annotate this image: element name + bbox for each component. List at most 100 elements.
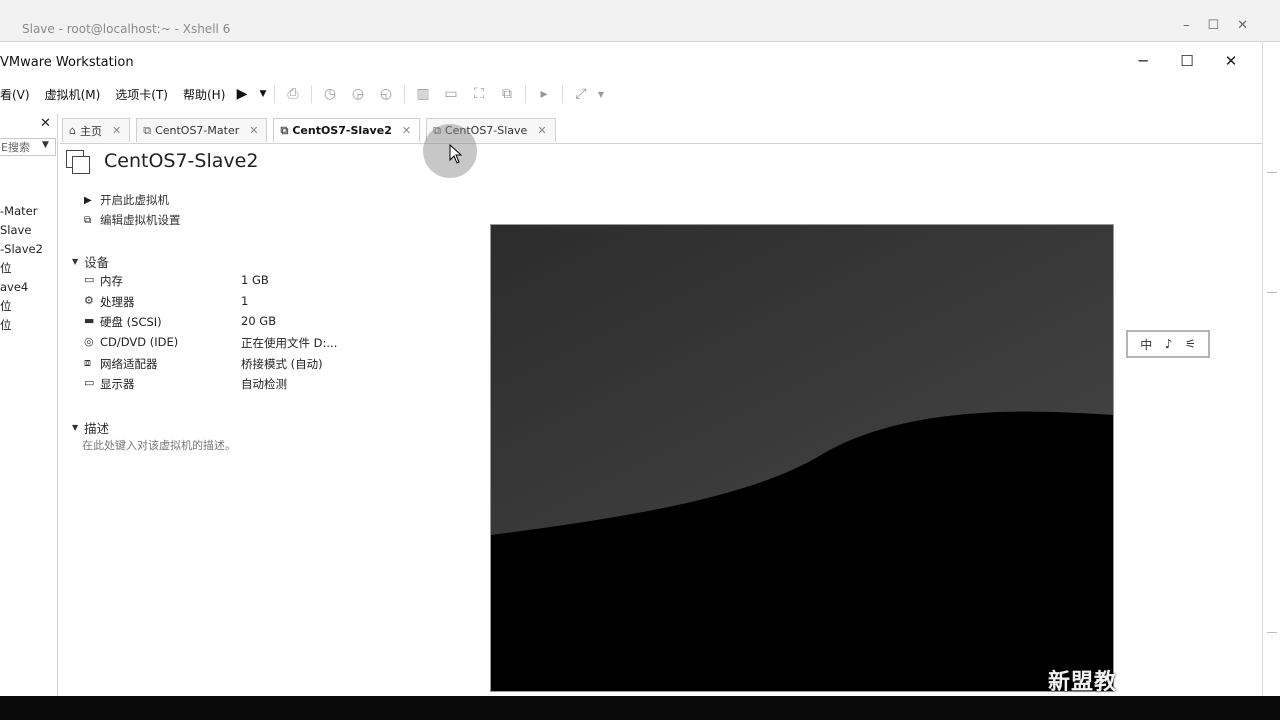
close-library-icon[interactable]: ✕: [40, 116, 51, 131]
play-icon: ▶: [84, 194, 92, 206]
library-item[interactable]: Slave: [0, 221, 43, 240]
window-title: VMware Workstation: [0, 55, 134, 70]
power-on-icon[interactable]: ▶: [228, 83, 256, 105]
devices-header: 设备: [84, 255, 110, 270]
ime-settings-icon[interactable]: ⚟: [1185, 337, 1196, 351]
library-item[interactable]: 位: [0, 297, 43, 316]
snapshot-manager-icon[interactable]: ◵: [372, 83, 400, 105]
device-name: CD/DVD (IDE): [100, 335, 179, 349]
description-hint[interactable]: 在此处键入对该虚拟机的描述。: [82, 437, 236, 453]
tab-bar: ⌂ 主页 ✕ ⧉ CentOS7-Mater ✕ ⧉ CentOS7-Slave…: [62, 118, 562, 144]
description-header: 描述: [84, 421, 110, 436]
menu-bar: 看(V) 虚拟机(M) 选项卡(T) 帮助(H): [0, 82, 240, 106]
device-row-disk[interactable]: ▬ 硬盘 (SCSI) 20 GB: [84, 312, 384, 332]
devices-section-header[interactable]: ▼ 设备: [72, 252, 109, 271]
device-row-display[interactable]: ▭ 显示器 自动检测: [84, 374, 384, 394]
description-section-header[interactable]: ▼ 描述: [72, 418, 109, 437]
device-name: 网络适配器: [100, 357, 158, 371]
power-on-label: 开启此虚拟机: [100, 193, 169, 207]
tab-label: CentOS7-Mater: [155, 124, 240, 137]
device-row-cpu[interactable]: ⚙ 处理器 1: [84, 292, 384, 312]
minimize-button[interactable]: ─: [1121, 52, 1165, 70]
home-icon: ⌂: [69, 124, 76, 137]
library-panel: ✕ E搜索 ▼ -Mater Slave -Slave2 位 ave4 位 位: [0, 114, 58, 696]
edit-vm-settings-link[interactable]: ⧉ 编辑虚拟机设置: [84, 212, 181, 228]
library-item[interactable]: ave4: [0, 278, 43, 297]
menu-help[interactable]: 帮助(H): [183, 86, 225, 103]
toolbar: ▶ ▼ ⎙ ◷ ◶ ◵ ▥ ▭ ⛶ ⧉ ▸ ⤢ ▼: [228, 83, 607, 105]
tab-home[interactable]: ⌂ 主页 ✕: [62, 118, 131, 142]
menu-tabs[interactable]: 选项卡(T): [115, 86, 168, 103]
device-value: 桥接模式 (自动): [241, 357, 323, 371]
ime-chinese-mode[interactable]: 中: [1140, 336, 1152, 353]
device-name: 内存: [100, 274, 123, 288]
chevron-down-icon[interactable]: ▼: [256, 83, 270, 105]
device-value: 自动检测: [241, 377, 287, 391]
vm-screen-preview[interactable]: [490, 224, 1114, 692]
menu-view[interactable]: 看(V): [0, 86, 30, 103]
display-icon: ▭: [84, 376, 95, 389]
tab-divider: [60, 143, 1262, 144]
chevron-down-icon[interactable]: ▼: [595, 83, 607, 105]
close-tab-icon[interactable]: ✕: [249, 124, 258, 137]
collapse-triangle-icon: ▼: [72, 423, 79, 432]
device-row-memory[interactable]: ▭ 内存 1 GB: [84, 271, 384, 291]
snapshot-icon[interactable]: ◷: [316, 83, 344, 105]
network-icon: ⧈: [84, 356, 91, 369]
tab-label: CentOS7-Slave2: [292, 124, 392, 137]
thumbnail-bar-icon[interactable]: ▭: [437, 83, 465, 105]
console-icon[interactable]: ▸: [530, 83, 558, 105]
vm-icon: ⧉: [280, 123, 289, 137]
disk-icon: ▬: [84, 314, 95, 327]
device-value: 正在使用文件 D:...: [241, 336, 338, 350]
device-value: 1: [241, 294, 249, 308]
cd-icon: ◎: [84, 335, 94, 348]
toolbar-divider: [525, 85, 526, 103]
cpu-icon: ⚙: [84, 294, 94, 307]
power-on-vm-link[interactable]: ▶ 开启此虚拟机: [84, 192, 169, 208]
watermark-text: 新盟教: [1048, 670, 1118, 695]
tab-centos7-slave2[interactable]: ⧉ CentOS7-Slave2 ✕: [273, 118, 421, 142]
vm-icon: ⧉: [143, 123, 152, 137]
mouse-cursor-icon: [449, 144, 463, 164]
maximize-button[interactable]: ☐: [1165, 52, 1209, 70]
chevron-down-icon[interactable]: ▼: [42, 140, 49, 150]
edit-settings-icon: ⧉: [84, 214, 92, 226]
send-keys-icon[interactable]: ⎙: [279, 83, 307, 105]
device-value: 20 GB: [241, 314, 277, 328]
right-edge-strip: [1262, 42, 1280, 696]
toolbar-divider: [311, 85, 312, 103]
library-item[interactable]: -Slave2: [0, 240, 43, 259]
collapse-triangle-icon: ▼: [72, 257, 79, 266]
close-tab-icon[interactable]: ✕: [537, 124, 546, 137]
device-value: 1 GB: [241, 273, 269, 287]
ime-toolbar[interactable]: 中 ♪ ⚟: [1126, 330, 1210, 358]
library-item[interactable]: 位: [0, 316, 43, 335]
tab-centos7-mater[interactable]: ⧉ CentOS7-Mater ✕: [136, 118, 268, 142]
ime-punctuation-icon[interactable]: ♪: [1165, 337, 1173, 351]
library-item[interactable]: 位: [0, 259, 43, 278]
edit-settings-label: 编辑虚拟机设置: [100, 213, 181, 227]
device-name: 处理器: [100, 295, 135, 309]
library-list: -Mater Slave -Slave2 位 ave4 位 位: [0, 202, 43, 335]
stretch-icon[interactable]: ⤢: [567, 83, 595, 105]
close-button[interactable]: ✕: [1209, 52, 1253, 70]
revert-snapshot-icon[interactable]: ◶: [344, 83, 372, 105]
device-row-cd[interactable]: ◎ CD/DVD (IDE) 正在使用文件 D:...: [84, 333, 384, 353]
library-item[interactable]: -Mater: [0, 202, 43, 221]
xshell-title: Slave - root@localhost:~ - Xshell 6: [22, 22, 231, 36]
unity-icon[interactable]: ⧉: [493, 83, 521, 105]
device-name: 显示器: [100, 377, 135, 391]
toolbar-divider: [404, 85, 405, 103]
show-library-icon[interactable]: ▥: [409, 83, 437, 105]
fullscreen-icon[interactable]: ⛶: [465, 83, 493, 105]
close-tab-icon[interactable]: ✕: [402, 124, 411, 137]
device-row-network[interactable]: ⧈ 网络适配器 桥接模式 (自动): [84, 354, 384, 374]
xshell-window-controls: –☐✕: [1182, 18, 1266, 33]
vm-title: CentOS7-Slave2: [104, 150, 259, 172]
tab-label: 主页: [79, 124, 102, 138]
close-tab-icon[interactable]: ✕: [112, 124, 121, 137]
toolbar-divider: [274, 85, 275, 103]
menu-vm[interactable]: 虚拟机(M): [45, 86, 101, 103]
taskbar: [0, 696, 1280, 720]
